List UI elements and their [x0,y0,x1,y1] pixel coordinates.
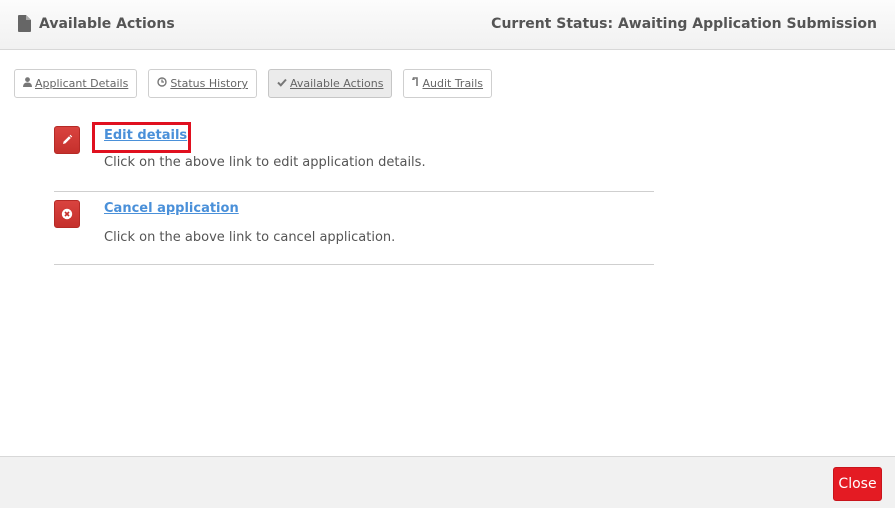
tab-available-actions[interactable]: Available Actions [268,69,393,98]
actions-list: Edit details Click on the above link to … [54,118,654,265]
tab-status-history[interactable]: Status History [148,69,257,98]
document-icon [18,15,31,32]
tab-label: Audit Trails [422,77,484,90]
tab-bar: Applicant Details Status History Availab… [14,69,503,98]
tab-label: Status History [170,77,248,90]
clock-icon [157,77,168,90]
user-icon [23,77,32,90]
header-left: Available Actions [18,15,175,32]
tab-label: Available Actions [290,77,384,90]
cancel-application-link[interactable]: Cancel application [104,201,239,216]
modal-footer: Close [0,456,895,508]
history-icon [412,77,419,90]
page-title: Available Actions [39,15,175,32]
action-item-cancel: Cancel application Click on the above li… [54,192,654,265]
cancel-icon[interactable] [54,200,80,228]
close-button[interactable]: Close [833,467,882,501]
edit-details-link[interactable]: Edit details [104,128,187,143]
tab-audit-trails[interactable]: Audit Trails [403,69,493,98]
modal-header: Available Actions Current Status: Awaiti… [0,0,895,50]
tab-label: Applicant Details [35,77,129,90]
pencil-icon[interactable] [54,126,80,154]
check-icon [277,78,287,90]
status-text: Current Status: Awaiting Application Sub… [491,16,877,32]
action-item-edit: Edit details Click on the above link to … [54,118,654,192]
tab-applicant-details[interactable]: Applicant Details [14,69,138,98]
cancel-application-description: Click on the above link to cancel applic… [104,230,396,245]
edit-details-description: Click on the above link to edit applicat… [104,155,426,170]
